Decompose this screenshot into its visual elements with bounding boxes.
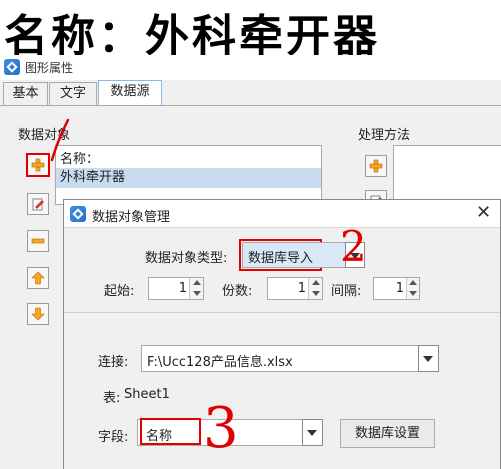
dialog-title: 数据对象管理 (92, 210, 171, 225)
list-item-selected[interactable]: 外科牵开器 (56, 168, 321, 188)
tab-datasource-label: 数据源 (110, 84, 150, 99)
annotation-1 (50, 118, 70, 162)
interval-spinner[interactable]: 1 (373, 277, 420, 300)
table-value: Sheet1 (124, 387, 170, 402)
tab-text[interactable]: 文字 (49, 82, 97, 105)
plus-icon (369, 159, 383, 173)
process-add-button[interactable] (365, 155, 387, 177)
dialog-icon (70, 206, 86, 222)
move-up-button[interactable] (27, 267, 49, 289)
table-label: 表: (103, 391, 121, 406)
count-value: 1 (297, 281, 306, 296)
process-method-label: 处理方法 (358, 128, 411, 143)
app-icon (4, 59, 20, 75)
dialog-titlebar: 数据对象管理 ✕ (64, 200, 500, 228)
annotation-box-field (140, 418, 201, 445)
window-title: 图形属性 (25, 61, 74, 75)
window-titlebar: 图形属性 (0, 55, 501, 80)
close-icon[interactable]: ✕ (476, 202, 491, 223)
annotation-2: 2 (340, 222, 367, 271)
tab-basic[interactable]: 基本 (3, 82, 48, 105)
count-label: 份数: (222, 284, 253, 299)
tab-datasource[interactable]: 数据源 (98, 80, 162, 105)
type-label: 数据对象类型: (145, 251, 228, 266)
field-label: 字段: (98, 430, 129, 445)
minus-icon (31, 238, 45, 244)
spinner-arrows[interactable] (406, 278, 419, 299)
arrow-down-icon (31, 307, 45, 321)
spinner-arrows[interactable] (189, 278, 203, 299)
chevron-down-icon (307, 430, 317, 436)
spinner-arrows[interactable] (308, 278, 322, 299)
edit-button[interactable] (27, 193, 49, 215)
connect-select-arrow[interactable] (418, 345, 439, 372)
count-spinner[interactable]: 1 (267, 277, 323, 300)
chevron-down-icon (423, 356, 433, 362)
type-select[interactable]: 数据库导入 (242, 242, 346, 268)
process-method-list[interactable] (393, 145, 501, 205)
interval-value: 1 (395, 281, 404, 296)
field-select-arrow[interactable] (302, 419, 323, 446)
list-item[interactable]: 名称： (60, 148, 319, 167)
db-settings-button[interactable]: 数据库设置 (340, 419, 435, 448)
tab-basic-label: 基本 (12, 86, 39, 101)
data-objects-list[interactable]: 名称： 外科牵开器 (55, 145, 322, 205)
annotation-3: 3 (203, 396, 239, 461)
connect-select[interactable]: F:\Ucc128产品信息.xlsx (141, 345, 419, 372)
move-down-button[interactable] (27, 303, 49, 325)
type-select-value: 数据库导入 (248, 251, 314, 266)
connect-label: 连接: (98, 355, 129, 370)
edit-icon (32, 198, 44, 211)
connect-value: F:\Ucc128产品信息.xlsx (147, 355, 293, 370)
interval-label: 间隔: (331, 284, 362, 299)
start-value: 1 (178, 281, 187, 296)
tab-text-label: 文字 (59, 86, 86, 101)
start-spinner[interactable]: 1 (148, 277, 204, 300)
dialog-separator (64, 312, 500, 313)
remove-button[interactable] (27, 230, 49, 252)
arrow-up-icon (31, 271, 45, 285)
tab-divider (0, 105, 501, 106)
start-label: 起始: (104, 284, 135, 299)
